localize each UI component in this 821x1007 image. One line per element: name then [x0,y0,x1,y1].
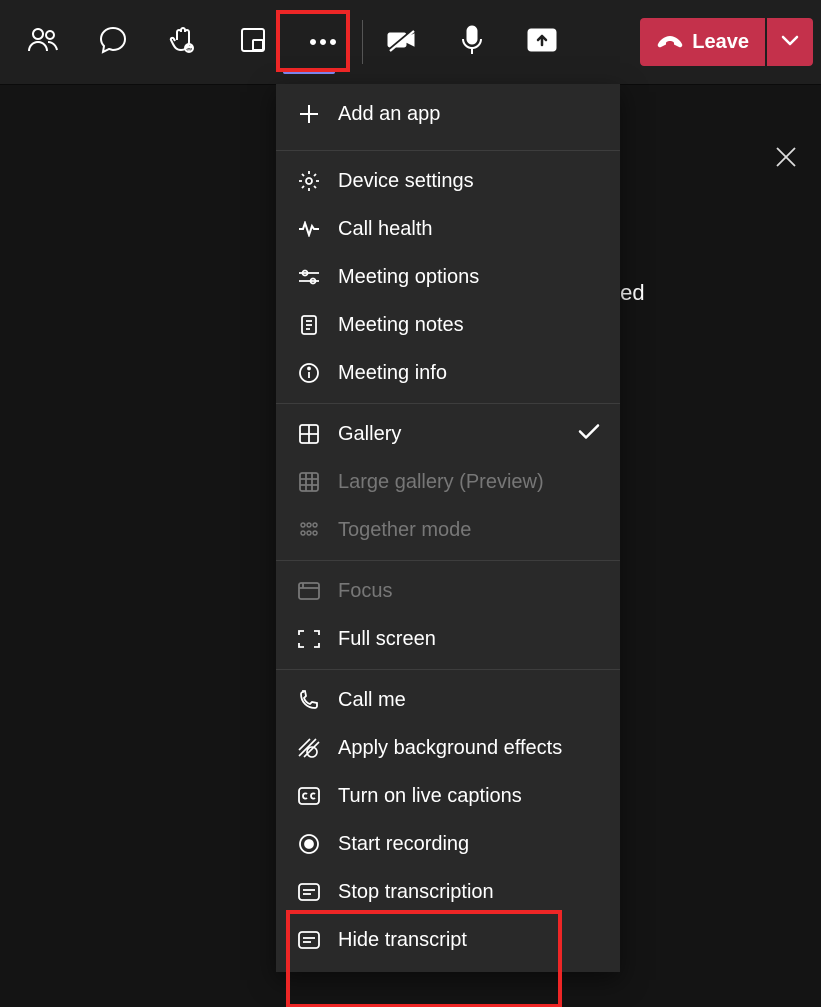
more-actions-menu: Add an app Device settings Call health M… [276,84,620,972]
menu-label: Meeting options [338,266,479,289]
more-icon [309,33,337,51]
info-icon [298,362,320,384]
menu-device-settings[interactable]: Device settings [276,157,620,205]
grid-3x3-icon [298,471,320,493]
gear-icon [298,170,320,192]
menu-call-health[interactable]: Call health [276,205,620,253]
menu-label: Meeting info [338,362,447,385]
menu-label: Apply background effects [338,737,562,760]
participants-button[interactable] [8,0,78,84]
background-effects-icon [298,737,320,759]
checkmark-icon [578,423,600,446]
record-icon [298,833,320,855]
plus-icon [298,103,320,125]
camera-button[interactable] [367,0,437,84]
menu-label: Device settings [338,170,474,193]
menu-label: Focus [338,580,392,603]
pulse-icon [298,218,320,240]
menu-label: Hide transcript [338,929,467,952]
breakout-rooms-button[interactable] [218,0,288,84]
chat-icon [99,26,127,59]
menu-label: Call health [338,218,433,241]
menu-hide-transcript[interactable]: Hide transcript [276,916,620,964]
menu-full-screen[interactable]: Full screen [276,615,620,663]
share-button[interactable] [507,0,577,84]
menu-label: Turn on live captions [338,785,522,808]
mic-button[interactable] [437,0,507,84]
menu-label: Large gallery (Preview) [338,471,544,494]
menu-separator [276,150,620,151]
active-underline [283,70,335,74]
menu-gallery[interactable]: Gallery [276,410,620,458]
menu-separator [276,669,620,670]
menu-meeting-options[interactable]: Meeting options [276,253,620,301]
chat-button[interactable] [78,0,148,84]
breakout-rooms-icon [240,27,266,58]
menu-separator [276,560,620,561]
menu-separator [276,403,620,404]
menu-label: Add an app [338,103,440,126]
menu-meeting-info[interactable]: Meeting info [276,349,620,397]
leave-button[interactable]: Leave [640,18,765,66]
transcript-icon [298,929,320,951]
grid-2x2-icon [298,423,320,445]
menu-label: Stop transcription [338,881,494,904]
notes-icon [298,314,320,336]
menu-label: Together mode [338,519,471,542]
menu-background-effects[interactable]: Apply background effects [276,724,620,772]
sliders-icon [298,266,320,288]
menu-start-recording[interactable]: Start recording [276,820,620,868]
people-icon [28,27,58,58]
focus-icon [298,580,320,602]
menu-add-app[interactable]: Add an app [276,84,620,144]
menu-meeting-notes[interactable]: Meeting notes [276,301,620,349]
raise-hand-icon [169,26,197,59]
phone-icon [298,689,320,711]
raise-hand-button[interactable] [148,0,218,84]
leave-label: Leave [692,31,749,54]
menu-call-me[interactable]: Call me [276,676,620,724]
menu-label: Gallery [338,423,401,446]
menu-label: Meeting notes [338,314,464,337]
chevron-down-icon [781,33,799,51]
menu-stop-transcription[interactable]: Stop transcription [276,868,620,916]
close-icon [775,155,797,172]
mic-icon [461,25,483,60]
menu-label: Full screen [338,628,436,651]
menu-together-mode: Together mode [276,506,620,554]
camera-off-icon [387,28,417,57]
transcript-icon [298,881,320,903]
fullscreen-icon [298,628,320,650]
menu-label: Call me [338,689,406,712]
meeting-toolbar: Leave [0,0,821,85]
menu-live-captions[interactable]: Turn on live captions [276,772,620,820]
menu-large-gallery: Large gallery (Preview) [276,458,620,506]
together-icon [298,519,320,541]
share-screen-icon [527,28,557,57]
panel-close-button[interactable] [775,146,797,173]
hangup-icon [656,31,684,54]
leave-group: Leave [640,18,813,66]
menu-focus: Focus [276,567,620,615]
toolbar-separator [362,20,363,64]
menu-label: Start recording [338,833,469,856]
captions-icon [298,785,320,807]
leave-options-button[interactable] [767,18,813,66]
